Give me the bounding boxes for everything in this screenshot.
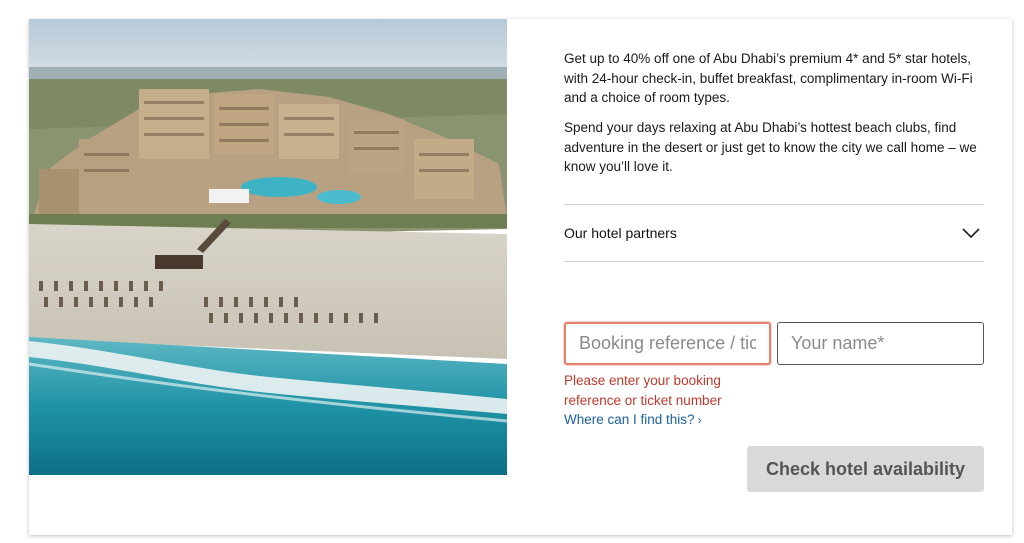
offer-paragraph-2: Spend your days relaxing at Abu Dhabi’s … (564, 120, 977, 174)
chevron-down-icon (962, 228, 980, 239)
offer-paragraph-1: Get up to 40% off one of Abu Dhabi’s pre… (564, 51, 973, 105)
check-hotel-availability-button[interactable]: Check hotel availability (747, 446, 984, 492)
where-find-link[interactable]: Where can I find this? › (564, 412, 702, 427)
where-find-label: Where can I find this? (564, 412, 695, 427)
booking-reference-error: Please enter your booking reference or t… (564, 373, 722, 408)
hotel-beach-photo (29, 19, 507, 475)
your-name-input[interactable] (777, 322, 984, 365)
booking-reference-input[interactable] (564, 322, 771, 365)
chevron-right-icon: › (697, 413, 702, 427)
hotel-offer-card: Get up to 40% off one of Abu Dhabi’s pre… (29, 19, 1012, 535)
hotel-partners-accordion[interactable]: Our hotel partners (564, 204, 984, 262)
hotel-partners-label: Our hotel partners (564, 225, 677, 241)
